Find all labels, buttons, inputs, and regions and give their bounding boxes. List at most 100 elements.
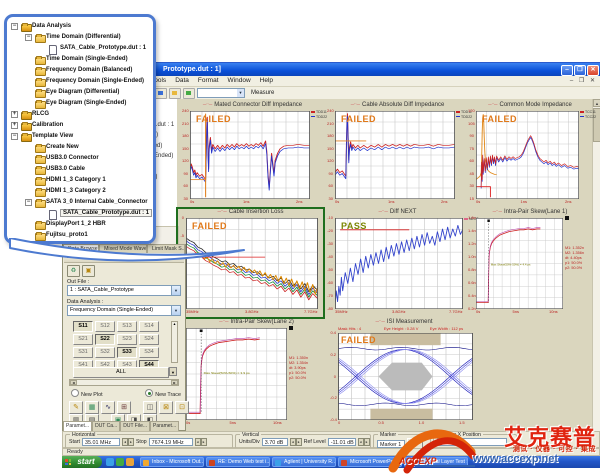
sparam-button-s22[interactable]: S22 — [95, 334, 115, 345]
chart-intra-pair-skew-lane-2[interactable]: Intra-Pair Skew(Lane 2)Max Skew(50%-50%)… — [178, 319, 335, 428]
tree-item[interactable]: Create New — [7, 142, 153, 153]
out-file-combo[interactable]: 1 : SATA_Cable_Prototype ▼ — [67, 285, 181, 296]
chart-diff-next[interactable]: Diff NEXT-10-20-30-40-50-60-70-8035MHz3.… — [327, 209, 468, 317]
tool-button[interactable]: ∿ — [101, 401, 115, 414]
chart-cable-absolute-diff-impedance[interactable]: Cable Absolute Diff Impedance24021018015… — [327, 102, 468, 207]
scroll-up-icon[interactable]: ▲ — [593, 99, 600, 107]
plot-area[interactable]: Max Skew(50%-50%) = 3.9 ps — [186, 328, 287, 420]
radio-new-trace[interactable] — [145, 389, 153, 397]
sparam-button-s13[interactable]: S13 — [117, 321, 137, 332]
chevron-down-icon[interactable]: ▼ — [171, 286, 180, 295]
menu-item-format[interactable]: Format — [198, 76, 219, 86]
sparam-button-s24[interactable]: S24 — [139, 334, 159, 345]
taskbar-button-3[interactable]: Microsoft PowerPoint ... — [338, 457, 402, 467]
tool-button[interactable]: ⊡ — [175, 401, 189, 414]
horizontal-scrollbar[interactable]: ◄ ► — [69, 379, 179, 386]
chart-mated-connector-diff-impedance[interactable]: Mated Connector Diff Impedance2402101801… — [182, 102, 323, 207]
sparam-button-s11[interactable]: S11 — [73, 321, 93, 332]
open-button[interactable] — [169, 88, 181, 99]
plot-area[interactable] — [190, 111, 310, 199]
tree-item[interactable]: Eye Diagram (Single-Ended) — [7, 98, 153, 109]
tree-item[interactable]: USB3.0 Cable — [7, 164, 153, 175]
stop-field[interactable]: 7674.19 MHz — [149, 438, 193, 446]
tree-item[interactable]: Frequency Domain (Single-Ended) — [7, 76, 153, 87]
quick-launch-icon[interactable] — [106, 458, 114, 466]
tree-item[interactable]: −SATA 3_0 Internal Cable_Connector — [7, 197, 153, 208]
expand-icon[interactable]: + — [11, 122, 18, 129]
taskbar-button-2[interactable]: Agilent | University R... — [272, 457, 336, 467]
sparam-scrollbar[interactable]: ▲ — [171, 321, 178, 363]
collapse-icon[interactable]: − — [25, 34, 32, 41]
measure-label[interactable]: Measure — [251, 90, 274, 96]
sparam-button-s33[interactable]: S33 — [117, 347, 137, 358]
toolbar-combo[interactable]: ▼ — [197, 88, 245, 98]
tool-button[interactable]: ✎ — [69, 401, 83, 414]
sparam-button-s21[interactable]: S21 — [73, 334, 93, 345]
tool-button[interactable]: ⊠ — [159, 401, 173, 414]
radio-option[interactable]: New Trace — [145, 389, 181, 398]
scroll-up-icon[interactable]: ▲ — [172, 322, 177, 326]
units-div-field[interactable]: 3.70 dB — [262, 438, 288, 446]
data-analysis-combo[interactable]: Frequency Domain (Single-Ended) ▼ — [67, 305, 181, 316]
taskbar-button-0[interactable]: Inbox - Microsoft Out... — [140, 457, 204, 467]
plot-area[interactable] — [335, 111, 455, 199]
restore-button[interactable]: ❐ — [574, 65, 586, 76]
menu-item-window[interactable]: Window — [228, 76, 251, 86]
chevron-down-icon[interactable]: ▼ — [171, 306, 180, 315]
tree-item[interactable]: Eye Diagram (Differential) — [7, 87, 153, 98]
sparam-button-s32[interactable]: S32 — [95, 347, 115, 358]
menu-item-help[interactable]: Help — [260, 76, 273, 86]
tool-button[interactable]: ◫ — [143, 401, 157, 414]
scroll-left-icon[interactable]: ◄ — [70, 380, 77, 385]
save-button[interactable] — [155, 88, 167, 99]
collapse-icon[interactable]: − — [25, 199, 32, 206]
tool-button[interactable]: ▦ — [85, 401, 99, 414]
taskbar-button-4[interactable]: 2 Physical Layer Test S... — [404, 457, 468, 467]
sparam-button-s31[interactable]: S31 — [73, 347, 93, 358]
tree-item[interactable]: Frequency Domain (Balanced) — [7, 65, 153, 76]
ref-level-field[interactable]: -11.01 dB — [328, 438, 356, 446]
plot-area[interactable] — [338, 333, 473, 420]
scroll-right-icon[interactable]: ► — [171, 380, 178, 385]
marker-combo[interactable]: Marker 1 — [377, 440, 405, 448]
tree-item[interactable]: +RLCG — [7, 109, 153, 120]
all-dropdown-icon[interactable]: ▼ — [169, 367, 177, 376]
marker-x-field[interactable] — [437, 438, 507, 446]
tree-item[interactable]: HDMI 1_3 Category 2 — [7, 186, 153, 197]
tree-item[interactable]: −Data Analysis — [7, 21, 153, 32]
taskbar-button-1[interactable]: RE: Demo Web test i... — [206, 457, 270, 467]
minimize-button[interactable]: ‒ — [561, 65, 573, 76]
mdi-window-controls[interactable]: ‒ ❐ ✕ — [570, 76, 597, 86]
tree-item[interactable]: USB3.0 Connector — [7, 153, 153, 164]
menu-item-data[interactable]: Data — [175, 76, 189, 86]
start-field[interactable]: 35.01 MHz — [82, 438, 120, 446]
start-spinner[interactable]: ◂▸ — [122, 438, 134, 446]
tree-item[interactable]: SATA_Cable_Prototype.dut : 1 — [7, 208, 153, 219]
plot-area[interactable]: Max Skew(50%-50%) = 4.4 ps — [476, 218, 563, 309]
chart-intra-pair-skew-lane-1[interactable]: Intra-Pair Skew(Lane 1)Max Skew(50%-50%)… — [468, 209, 592, 317]
chart-isi-measurement[interactable]: ISI Measurement0.40.20-0.2-0.400.51.01.5… — [330, 319, 478, 428]
tree-item[interactable]: DisplayPort 1_2 HBR — [7, 219, 153, 230]
export-button[interactable] — [183, 88, 195, 99]
quick-launch-icon[interactable] — [116, 458, 124, 466]
tree-item[interactable]: SATA_Cable_Prototype.dut : 1 — [7, 43, 153, 54]
tree-item[interactable]: −Template View — [7, 131, 153, 142]
plot-area[interactable] — [476, 111, 579, 199]
plot-area[interactable] — [335, 218, 463, 309]
ref-spinner[interactable]: ◂▸ — [358, 438, 370, 446]
sparam-button-s34[interactable]: S34 — [139, 347, 159, 358]
tree-item[interactable]: −Time Domain (Differential) — [7, 32, 153, 43]
chart-common-mode-impedance[interactable]: Common Mode Impedance1201059075604530150… — [468, 102, 592, 207]
collapse-icon[interactable]: − — [11, 133, 18, 140]
radio-new-plot[interactable] — [71, 389, 79, 397]
radio-option[interactable]: New Plot — [71, 389, 103, 398]
sparam-button-s12[interactable]: S12 — [95, 321, 115, 332]
quick-launch-icon[interactable] — [126, 458, 134, 466]
expand-icon[interactable]: + — [11, 111, 18, 118]
tree-item[interactable]: +Calibration — [7, 120, 153, 131]
tool-button[interactable]: ⊞ — [117, 401, 131, 414]
all-selector[interactable]: ALL — [73, 367, 169, 378]
units-spinner[interactable]: ◂▸ — [290, 438, 302, 446]
vertical-scrollbar[interactable]: ▲ ▼ — [592, 99, 600, 456]
sparam-button-s14[interactable]: S14 — [139, 321, 159, 332]
